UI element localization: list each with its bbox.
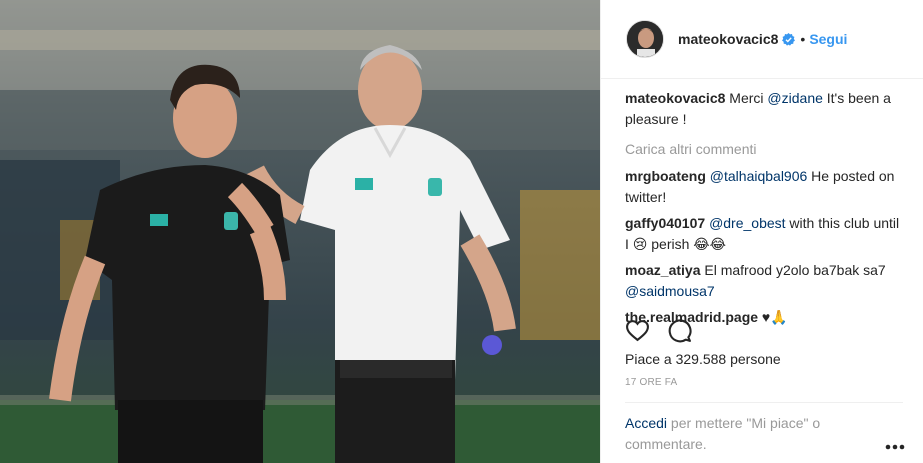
divider [625,402,903,403]
login-link[interactable]: Accedi [625,415,667,431]
comment: gaffy040107 @dre_obest with this club un… [625,213,903,255]
caption: mateokovacic8 Merci @zidane It's been a … [625,88,903,130]
action-bar [625,318,709,343]
comment-username[interactable]: gaffy040107 [625,215,705,231]
likes-count[interactable]: Piace a 329.588 persone [625,351,781,367]
comment-text: El mafrood y2olo ba7bak sa7 [704,262,886,278]
post-timestamp[interactable]: 17 ORE FA [625,377,677,388]
comment-username[interactable]: moaz_atiya [625,262,700,278]
caption-mention[interactable]: @zidane [767,90,822,106]
post-header: mateokovacic8 • Segui [601,0,923,79]
comment: moaz_atiya El mafrood y2olo ba7bak sa7 @… [625,260,903,302]
comment: mrgboateng @talhaiqbal906 He posted on t… [625,166,903,208]
caption-text-pre: Merci [729,90,768,106]
heart-icon[interactable] [625,318,650,343]
login-prompt: Accedi per mettere "Mi piace" o commenta… [625,413,903,455]
follow-button[interactable]: Segui [809,31,847,47]
caption-username[interactable]: mateokovacic8 [625,90,725,106]
comment-mention[interactable]: @talhaiqbal906 [710,168,808,184]
post-details-panel: mateokovacic8 • Segui mateokovacic8 Merc… [600,0,923,463]
load-more-comments[interactable]: Carica altri commenti [625,139,903,160]
comment-icon[interactable] [667,318,692,343]
post-photo [0,0,600,463]
more-options-icon[interactable] [885,437,905,450]
header-separator: • [800,31,806,47]
header-username[interactable]: mateokovacic8 [678,31,778,47]
comment-username[interactable]: mrgboateng [625,168,706,184]
comment-mention[interactable]: @dre_obest [709,215,785,231]
comments-section: mateokovacic8 Merci @zidane It's been a … [625,88,903,333]
avatar[interactable] [626,20,664,58]
comment-text: ♥🙏 [758,309,788,325]
verified-badge-icon [782,32,796,46]
likes-text: Piace a 329.588 persone [625,351,781,367]
comment-mention[interactable]: @saidmousa7 [625,283,715,299]
